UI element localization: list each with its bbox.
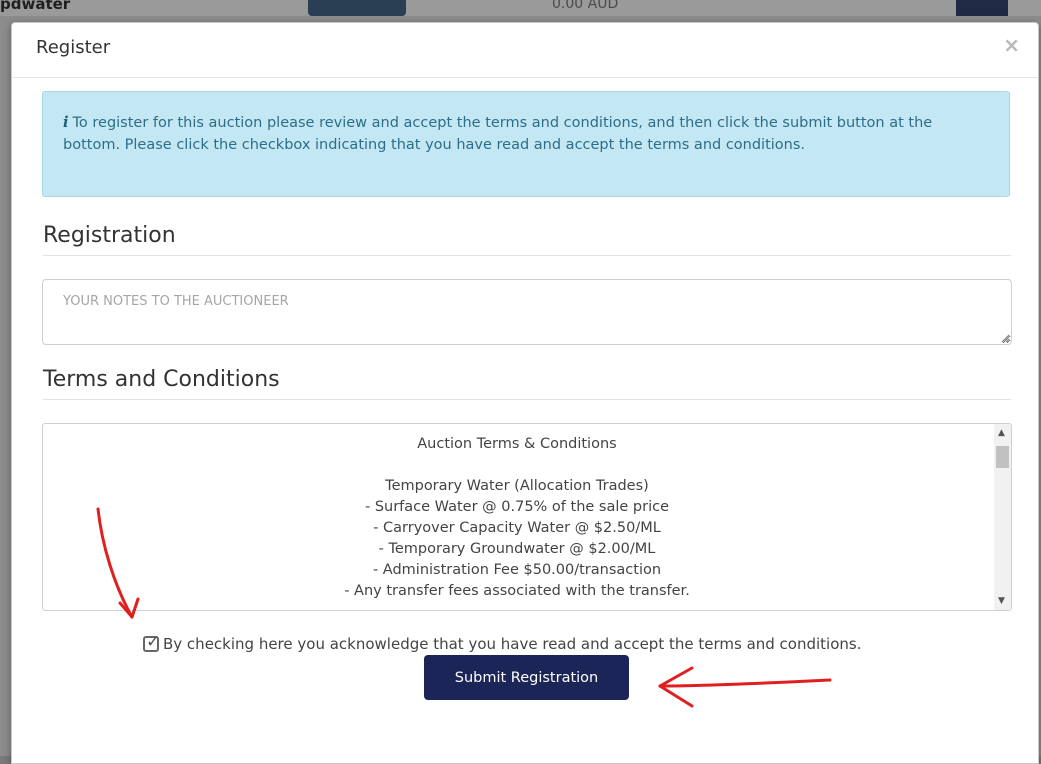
terms-line: - Temporary Groundwater @ $2.00/ML [378,541,656,557]
terms-scroll-box[interactable]: Auction Terms & Conditions Temporary Wat… [42,423,1012,611]
checkmark-icon: ✓ [146,632,161,652]
register-modal: Register × i To register for this auction… [11,22,1039,764]
terms-line: - Administration Fee $50.00/transaction [372,562,662,578]
registration-title: Registration [43,223,176,248]
terms-title: Terms and Conditions [43,367,280,392]
background-amount: 0.00 AUD [552,0,619,12]
notes-textarea[interactable] [42,279,1012,345]
acknowledge-row[interactable]: ✓ By checking here you acknowledge that … [143,632,862,653]
terms-scrollbar[interactable]: ▲ ▼ [994,424,1011,610]
terms-content: Auction Terms & Conditions Temporary Wat… [43,424,991,602]
modal-title: Register [36,37,111,58]
background-row: pdwater 0.00 AUD [0,0,1041,16]
close-icon[interactable]: × [1003,33,1020,57]
alert-text: To register for this auction please revi… [63,115,933,153]
terms-heading: Auction Terms & Conditions [417,436,617,452]
background-button [308,0,406,16]
scroll-down-icon[interactable]: ▼ [998,596,1005,606]
registration-divider [43,255,1011,256]
acknowledge-label[interactable]: By checking here you acknowledge that yo… [163,635,862,653]
terms-line: - Any transfer fees associated with the … [344,583,690,599]
info-icon: i [63,114,69,131]
scroll-up-icon[interactable]: ▲ [998,428,1005,438]
terms-divider [43,399,1011,400]
terms-line: - Carryover Capacity Water @ $2.50/ML [373,520,661,536]
scroll-thumb[interactable] [996,446,1009,468]
terms-line: - Surface Water @ 0.75% of the sale pric… [364,499,670,515]
info-alert: i To register for this auction please rev… [42,91,1010,197]
background-dark-button [956,0,1008,16]
terms-subheading: Temporary Water (Allocation Trades) [385,478,649,494]
acknowledge-checkbox[interactable]: ✓ [143,632,160,652]
modal-header: Register × [12,23,1038,78]
submit-registration-button[interactable]: Submit Registration [424,655,629,700]
background-partial-text: pdwater [0,0,71,13]
